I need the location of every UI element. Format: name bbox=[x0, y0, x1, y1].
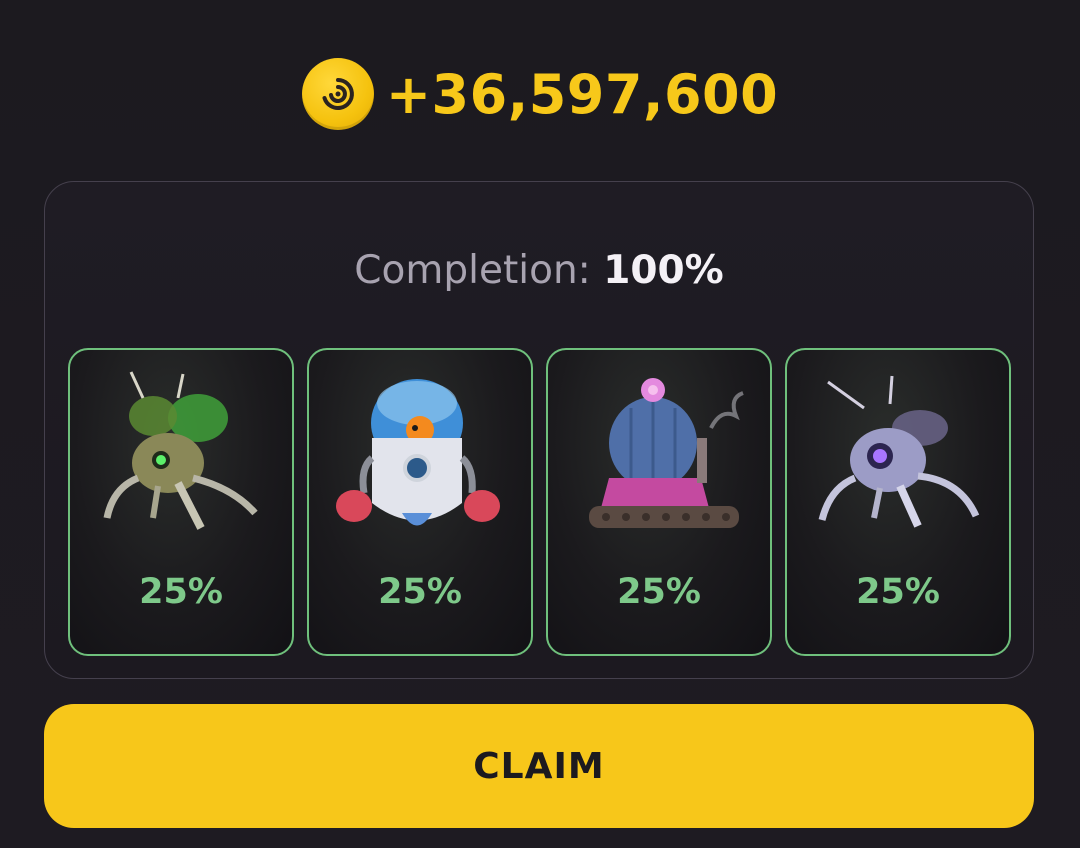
card-percent: 25% bbox=[856, 572, 940, 612]
completion-label: Completion: bbox=[354, 248, 591, 293]
robot-card-3[interactable]: 25% bbox=[546, 348, 772, 656]
reward-screen: +36,597,600 Completion: 100% 25% 25% 25%… bbox=[0, 0, 1080, 848]
coin-icon bbox=[301, 58, 374, 130]
card-percent: 25% bbox=[378, 572, 462, 612]
claim-button[interactable]: CLAIM bbox=[44, 704, 1034, 828]
purple-bug-robot-icon bbox=[818, 375, 980, 528]
fish-bowl-boxer-robot-icon bbox=[336, 379, 500, 526]
robot-card-1[interactable]: 25% bbox=[68, 348, 294, 656]
robot-card-2[interactable]: 25% bbox=[307, 348, 533, 656]
reward-header: +36,597,600 bbox=[0, 58, 1080, 130]
reward-amount: +36,597,600 bbox=[385, 62, 779, 126]
robot-card-4[interactable]: 25% bbox=[785, 348, 1011, 656]
card-percent: 25% bbox=[617, 572, 701, 612]
card-percent: 25% bbox=[139, 572, 223, 612]
cactus-tank-robot-icon bbox=[589, 378, 744, 528]
completion-text: Completion: 100% bbox=[45, 248, 1033, 293]
green-bug-robot-icon bbox=[103, 371, 258, 530]
completion-value: 100% bbox=[603, 248, 724, 293]
completion-panel: Completion: 100% 25% 25% 25% 25% bbox=[44, 181, 1034, 679]
